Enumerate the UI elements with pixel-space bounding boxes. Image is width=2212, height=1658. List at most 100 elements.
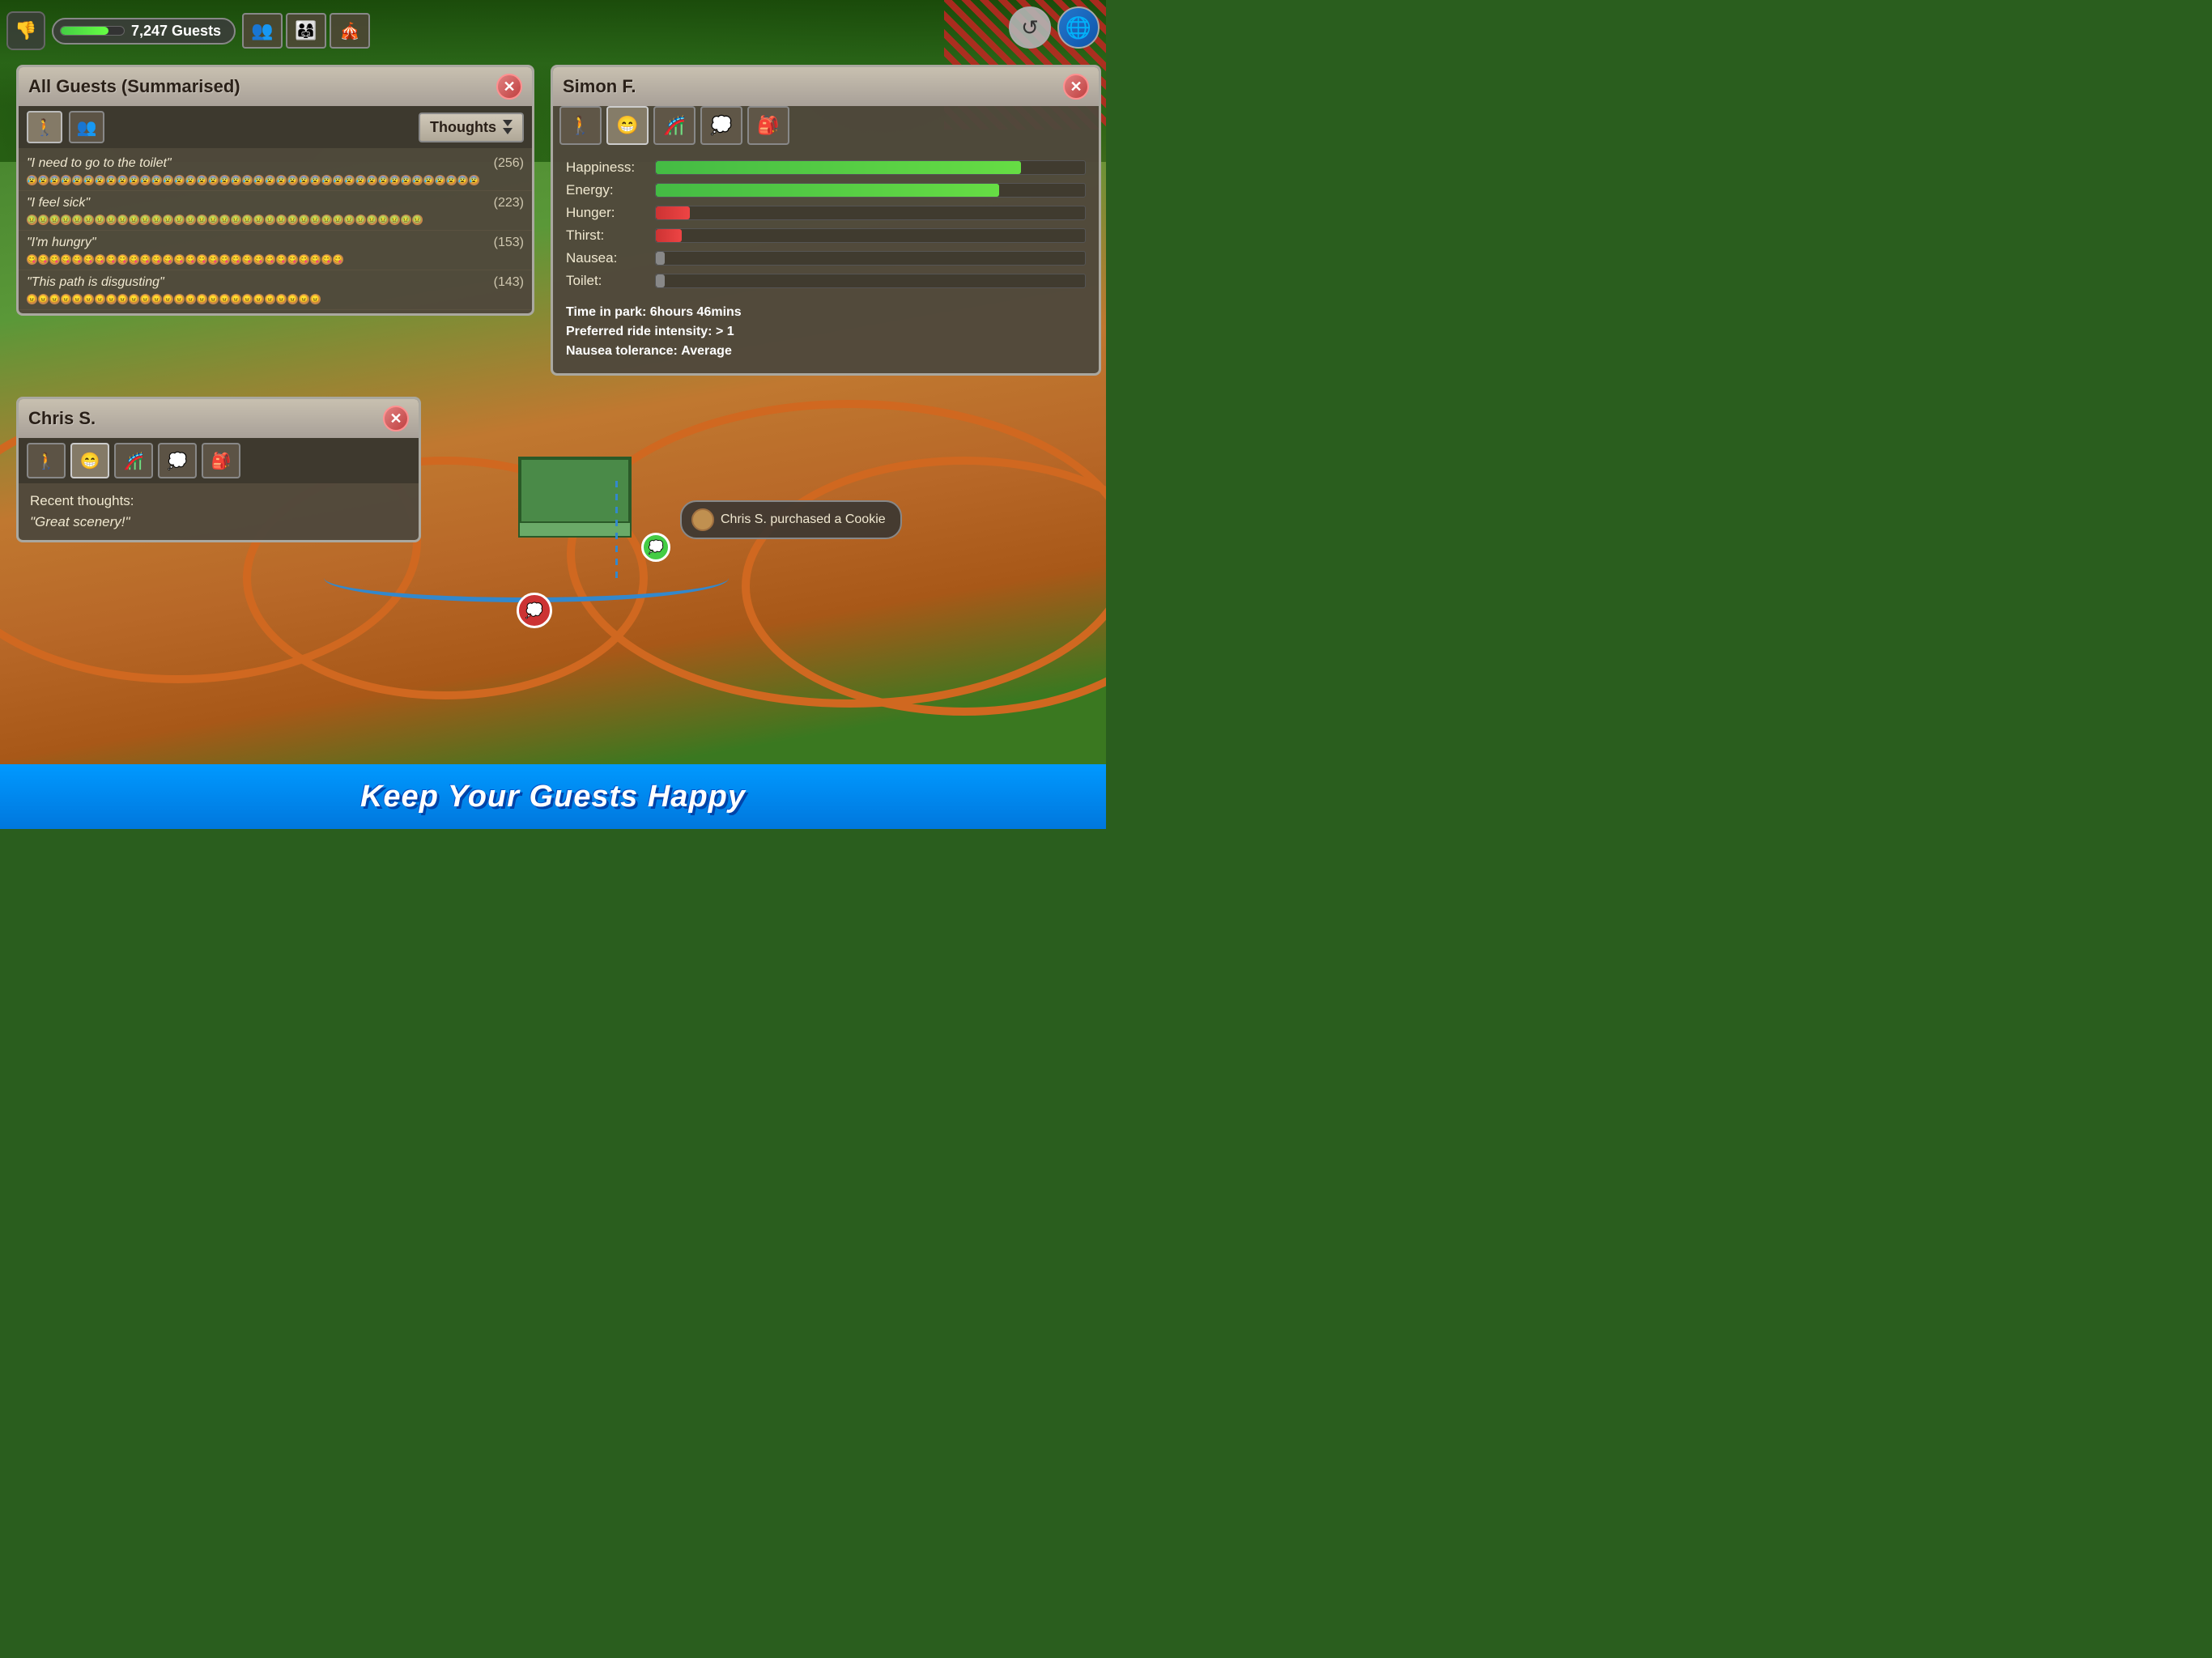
thought-count-2: (223) [494,196,524,210]
simon-info: Time in park: 6hours 46mins Preferred ri… [553,305,1099,373]
thought-row-hungry: "I'm hungry" (153) 😋😋😋😋😋😋😋😋😋😋😋😋😋😋😋😋😋😋😋😋😋… [19,231,532,270]
thought-row-sick: "I feel sick" (223) 🤢🤢🤢🤢🤢🤢🤢🤢🤢🤢🤢🤢🤢🤢🤢🤢🤢🤢🤢🤢… [19,191,532,231]
chris-tab-face[interactable]: 😁 [70,443,109,478]
nausea-tolerance-row: Nausea tolerance: Average [566,344,1086,359]
toilet-label: Toilet: [566,273,647,289]
tab-group-icon[interactable]: 👥 [69,111,104,143]
chris-tab-bag[interactable]: 🎒 [202,443,240,478]
bottom-banner: Keep Your Guests Happy [0,764,1106,829]
purchase-text: Chris S. purchased a Cookie [721,512,886,527]
stat-toilet: Toilet: [566,273,1086,289]
refresh-button[interactable]: ↺ [1009,6,1051,49]
thought-text-1: "I need to go to the toilet" [27,156,172,171]
thought-bubble-green: 💭 [641,533,670,562]
tab-walk-icon[interactable]: 🚶 [27,111,62,143]
guest-counter: 7,247 Guests [52,18,236,45]
thought-row-toilet: "I need to go to the toilet" (256) 😰😰😰😰😰… [19,151,532,191]
thought-text-4: "This path is disgusting" [27,275,164,290]
chris-thoughts: Recent thoughts: "Great scenery!" [19,483,419,540]
hunger-bar-bg [655,206,1086,220]
all-guests-close[interactable]: ✕ [496,74,522,100]
all-guests-title: All Guests (Summarised) [28,76,240,97]
simon-stats: Happiness: Energy: Hunger: Thirst: [553,150,1099,305]
hunger-label: Hunger: [566,205,647,221]
time-value: 6hours 46mins [650,305,742,319]
cookie-icon [691,508,714,531]
ride-value: > 1 [716,325,734,338]
stat-thirst: Thirst: [566,227,1086,244]
happiness-bar-bg [655,160,1086,175]
simon-tab-thought[interactable]: 💭 [700,106,742,145]
time-label: Time in park: [566,305,646,319]
guest-group-icons: 👥 👨‍👩‍👧 🎪 [242,13,370,49]
group-icon-3[interactable]: 🎪 [330,13,370,49]
nav-icons: ↺ 🌐 [1009,6,1100,49]
thoughts-label: Thoughts [430,119,496,136]
chris-tab-walk[interactable]: 🚶 [27,443,66,478]
simon-close[interactable]: ✕ [1063,74,1089,100]
chris-header: Chris S. ✕ [19,399,419,438]
chris-close[interactable]: ✕ [383,406,409,432]
happiness-label: Happiness: [566,159,647,176]
happiness-bar-fill [656,161,1021,174]
thought-faces-1: 😰😰😰😰😰😰😰😰😰😰😰😰😰😰😰😰😰😰😰😰😰😰😰😰😰😰😰😰😰😰😰😰😰😰😰😰😰😰😰😰 [27,173,524,189]
simon-tab-bag[interactable]: 🎒 [747,106,789,145]
guest-count-text: 7,247 Guests [131,23,221,40]
all-guests-tabs: 🚶 👥 Thoughts [19,106,532,148]
globe-button[interactable]: 🌐 [1057,6,1100,49]
thought-count-1: (256) [494,156,524,171]
simon-title: Simon F. [563,76,636,97]
time-in-park-row: Time in park: 6hours 46mins [566,305,1086,320]
happiness-bars [60,26,125,36]
simon-panel: Simon F. ✕ 🚶 😁 🎢 💭 🎒 Happiness: Energy: … [551,65,1101,376]
thought-text-3: "I'm hungry" [27,236,96,250]
simon-tab-face[interactable]: 😁 [606,106,649,145]
thought-faces-4: 😠😠😠😠😠😠😠😠😠😠😠😠😠😠😠😠😠😠😠😠😠😠😠😠😠😠 [27,292,524,308]
all-guests-header: All Guests (Summarised) ✕ [19,67,532,106]
banner-text: Keep Your Guests Happy [360,780,746,814]
bubble-cloud-green: 💭 [648,539,664,555]
nausea-tol-value: Average [681,344,732,358]
building-roof [518,521,632,538]
ride-label: Preferred ride intensity: [566,325,713,338]
preferred-ride-row: Preferred ride intensity: > 1 [566,325,1086,339]
chris-tab-thought[interactable]: 💭 [158,443,197,478]
energy-label: Energy: [566,182,647,198]
recent-thoughts-label: Recent thoughts: [30,493,407,509]
energy-bar-bg [655,183,1086,198]
recent-thought-text: "Great scenery!" [30,514,407,530]
stat-energy: Energy: [566,182,1086,198]
thumbs-icon[interactable]: 👎 [6,11,45,50]
purchase-notification: Chris S. purchased a Cookie [680,500,902,539]
chris-tab-ride[interactable]: 🎢 [114,443,153,478]
chris-tabs: 🚶 😁 🎢 💭 🎒 [19,438,419,483]
hunger-bar-fill [656,206,690,219]
top-bar: 👎 7,247 Guests 👥 👨‍👩‍👧 🎪 [6,6,1100,55]
simon-header: Simon F. ✕ [553,67,1099,106]
thought-count-3: (153) [494,236,524,250]
group-icon-2[interactable]: 👨‍👩‍👧 [286,13,326,49]
thought-text-2: "I feel sick" [27,196,90,210]
thoughts-dropdown[interactable]: Thoughts [419,113,524,142]
bubble-cloud-red: 💭 [525,602,543,619]
thought-row-path: "This path is disgusting" (143) 😠😠😠😠😠😠😠😠… [19,270,532,310]
happiness-fill [61,27,108,35]
simon-tab-walk[interactable]: 🚶 [559,106,602,145]
chris-title: Chris S. [28,408,96,429]
simon-guest-tabs: 🚶 😁 🎢 💭 🎒 [553,106,1099,150]
thirst-label: Thirst: [566,227,647,244]
chevron-down-icon [503,120,513,134]
nausea-bar-fill [656,252,665,265]
stat-hunger: Hunger: [566,205,1086,221]
thought-bubble-red: 💭 [517,593,552,628]
nausea-tol-label: Nausea tolerance: [566,344,678,358]
thought-faces-2: 🤢🤢🤢🤢🤢🤢🤢🤢🤢🤢🤢🤢🤢🤢🤢🤢🤢🤢🤢🤢🤢🤢🤢🤢🤢🤢🤢🤢🤢🤢🤢🤢🤢🤢🤢 [27,213,524,228]
thought-count-4: (143) [494,275,524,290]
simon-tab-ride[interactable]: 🎢 [653,106,696,145]
group-icon-1[interactable]: 👥 [242,13,283,49]
happiness-bar [60,26,125,36]
toilet-bar-bg [655,274,1086,288]
all-guests-panel: All Guests (Summarised) ✕ 🚶 👥 Thoughts "… [16,65,534,316]
thought-faces-3: 😋😋😋😋😋😋😋😋😋😋😋😋😋😋😋😋😋😋😋😋😋😋😋😋😋😋😋😋 [27,253,524,268]
nausea-label: Nausea: [566,250,647,266]
